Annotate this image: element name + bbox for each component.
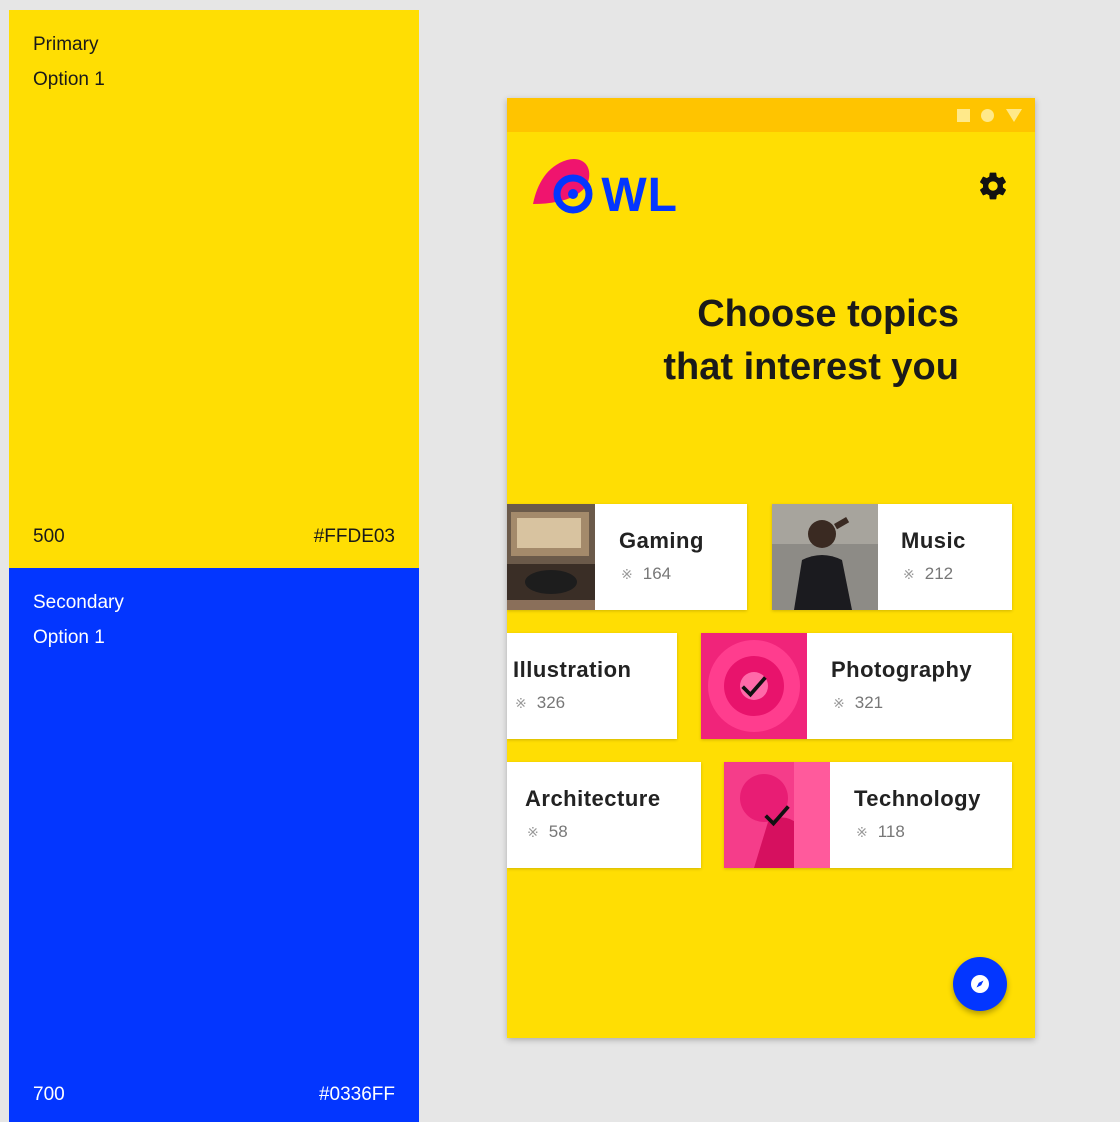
secondary-label: Secondary <box>33 592 124 613</box>
topic-name: Technology <box>854 786 981 811</box>
topic-card-photography[interactable]: Photography ※ 321 <box>701 633 1012 739</box>
topic-name: Architecture <box>525 786 661 811</box>
topic-name: Photography <box>831 657 973 682</box>
headline-line1: Choose topics <box>697 293 959 335</box>
topic-card-illustration[interactable]: Illustration ※ 326 <box>507 633 677 739</box>
topic-count: 58 <box>548 822 568 841</box>
topic-count-row: ※ 321 <box>833 693 883 713</box>
secondary-swatch: Secondary Option 1 700 #0336FF <box>9 568 419 1122</box>
topic-count-row: ※ 164 <box>621 564 671 584</box>
topic-card-architecture[interactable]: Architecture ※ 58 <box>507 762 701 868</box>
logo-wordmark-rest: WL <box>601 169 678 222</box>
grid-dots-icon: ※ <box>527 824 539 840</box>
gear-icon[interactable] <box>977 170 1009 202</box>
status-bar <box>507 98 1035 132</box>
headline-line2: that interest you <box>663 346 959 388</box>
phone-screen: OWL Choose topics that interest you Gami… <box>507 98 1035 1038</box>
secondary-option: Option 1 <box>33 627 105 648</box>
check-icon <box>764 805 790 827</box>
secondary-shade: 700 <box>33 1084 65 1105</box>
secondary-hex: #0336FF <box>318 1084 395 1105</box>
grid-dots-icon: ※ <box>833 695 845 711</box>
primary-hex: #FFDE03 <box>313 526 395 547</box>
topic-count: 321 <box>854 693 884 712</box>
topic-card-technology[interactable]: Technology ※ 118 <box>724 762 1012 868</box>
primary-swatch: Primary Option 1 500 #FFDE03 <box>9 10 419 568</box>
check-icon <box>741 676 767 698</box>
topic-count-row: ※ 326 <box>515 693 565 713</box>
topic-count: 118 <box>877 822 905 841</box>
topic-count-row: ※ 118 <box>856 822 905 842</box>
battery-icon <box>1006 109 1022 122</box>
topic-name: Gaming <box>619 528 704 553</box>
wifi-icon <box>981 109 994 122</box>
grid-dots-icon: ※ <box>515 695 527 711</box>
topic-count: 212 <box>924 564 954 583</box>
topic-count: 164 <box>642 564 672 583</box>
grid-dots-icon: ※ <box>903 566 915 582</box>
topic-name: Illustration <box>513 657 632 682</box>
secondary-label-block: Secondary Option 1 <box>33 585 124 655</box>
gaming-image <box>507 504 595 610</box>
topic-count-row: ※ 212 <box>903 564 953 584</box>
topic-name: Music <box>901 528 966 553</box>
primary-option: Option 1 <box>33 69 105 90</box>
topic-card-gaming[interactable]: Gaming ※ 164 <box>507 504 747 610</box>
page-title: Choose topics that interest you <box>547 288 959 394</box>
topic-count: 326 <box>536 693 566 712</box>
topic-count-row: ※ 58 <box>527 822 568 842</box>
primary-label-block: Primary Option 1 <box>33 27 105 97</box>
topic-card-music[interactable]: Music ※ 212 <box>772 504 1012 610</box>
signal-icon <box>957 109 970 122</box>
logo-text: OWL <box>563 172 678 220</box>
compass-icon <box>971 975 989 993</box>
explore-fab-button[interactable] <box>953 957 1007 1011</box>
grid-dots-icon: ※ <box>621 566 633 582</box>
grid-dots-icon: ※ <box>856 824 868 840</box>
primary-shade: 500 <box>33 526 65 547</box>
music-image <box>772 504 878 610</box>
primary-label: Primary <box>33 34 99 55</box>
